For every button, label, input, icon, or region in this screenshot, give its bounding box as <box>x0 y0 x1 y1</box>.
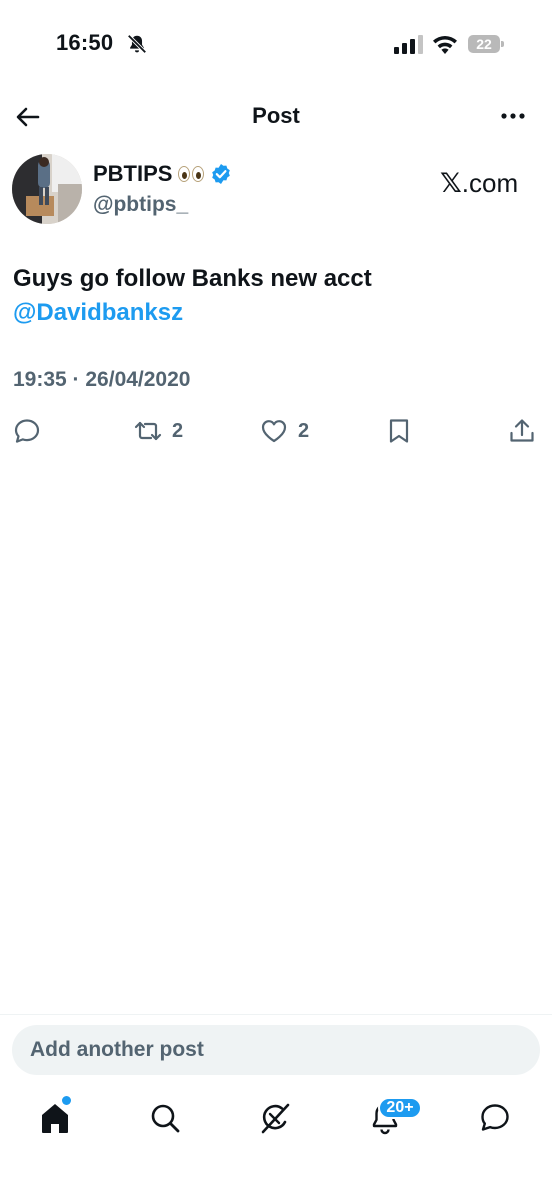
repost-icon <box>134 421 162 441</box>
signal-icon <box>394 35 423 54</box>
source-text: .com <box>461 168 519 198</box>
search-icon <box>151 1104 180 1133</box>
wifi-icon <box>433 35 457 54</box>
bottom-divider <box>0 1014 552 1015</box>
bell-off-icon <box>127 34 147 54</box>
post-text: Guys go follow Banks new acct @Davidbank… <box>13 262 533 330</box>
post-body: Guys go follow Banks new acct <box>13 265 372 292</box>
avatar[interactable] <box>12 154 82 224</box>
battery-icon: 22 <box>468 35 500 53</box>
tab-search[interactable] <box>148 1100 182 1136</box>
author-name-row[interactable]: PBTIPS <box>93 161 232 187</box>
repost-count: 2 <box>172 419 184 442</box>
avatar-image <box>12 154 82 224</box>
source-label: 𝕏 .com <box>440 168 518 199</box>
notifications-badge: 20+ <box>378 1097 422 1119</box>
battery-tip <box>501 41 504 47</box>
mention-link[interactable]: @Davidbanksz <box>13 296 533 330</box>
like-count: 2 <box>298 419 310 442</box>
grok-icon <box>261 1103 290 1134</box>
add-post-placeholder: Add another post <box>30 1038 204 1061</box>
bookmark-icon <box>389 419 409 443</box>
bookmark-button[interactable] <box>385 416 413 446</box>
eye-left <box>178 166 191 182</box>
page-title: Post <box>252 103 300 128</box>
home-icon <box>42 1104 68 1133</box>
share-icon <box>510 419 534 442</box>
like-button[interactable]: 2 <box>260 416 309 446</box>
tab-home[interactable] <box>38 1100 72 1136</box>
status-time: 16:50 <box>56 30 114 55</box>
author-handle[interactable]: @pbtips_ <box>93 193 188 217</box>
eyes-emoji-icon <box>178 166 205 182</box>
share-button[interactable] <box>508 416 536 446</box>
eye-right <box>192 166 205 182</box>
messages-icon <box>481 1104 509 1131</box>
x-logo-icon: 𝕏 <box>440 168 462 198</box>
repost-button[interactable]: 2 <box>134 416 183 446</box>
home-unread-dot <box>62 1096 71 1105</box>
tab-messages[interactable] <box>478 1100 512 1136</box>
verified-badge-icon[interactable] <box>210 163 232 185</box>
post-timestamp: 19:35 · 26/04/2020 <box>13 368 191 391</box>
back-arrow-icon[interactable] <box>14 103 42 131</box>
add-post-input[interactable]: Add another post <box>12 1025 540 1075</box>
tab-grok[interactable] <box>258 1100 292 1136</box>
like-icon <box>261 420 287 443</box>
more-icon[interactable] <box>499 105 527 127</box>
author-name[interactable]: PBTIPS <box>93 161 172 187</box>
reply-icon <box>14 419 40 443</box>
reply-button[interactable] <box>13 416 41 446</box>
